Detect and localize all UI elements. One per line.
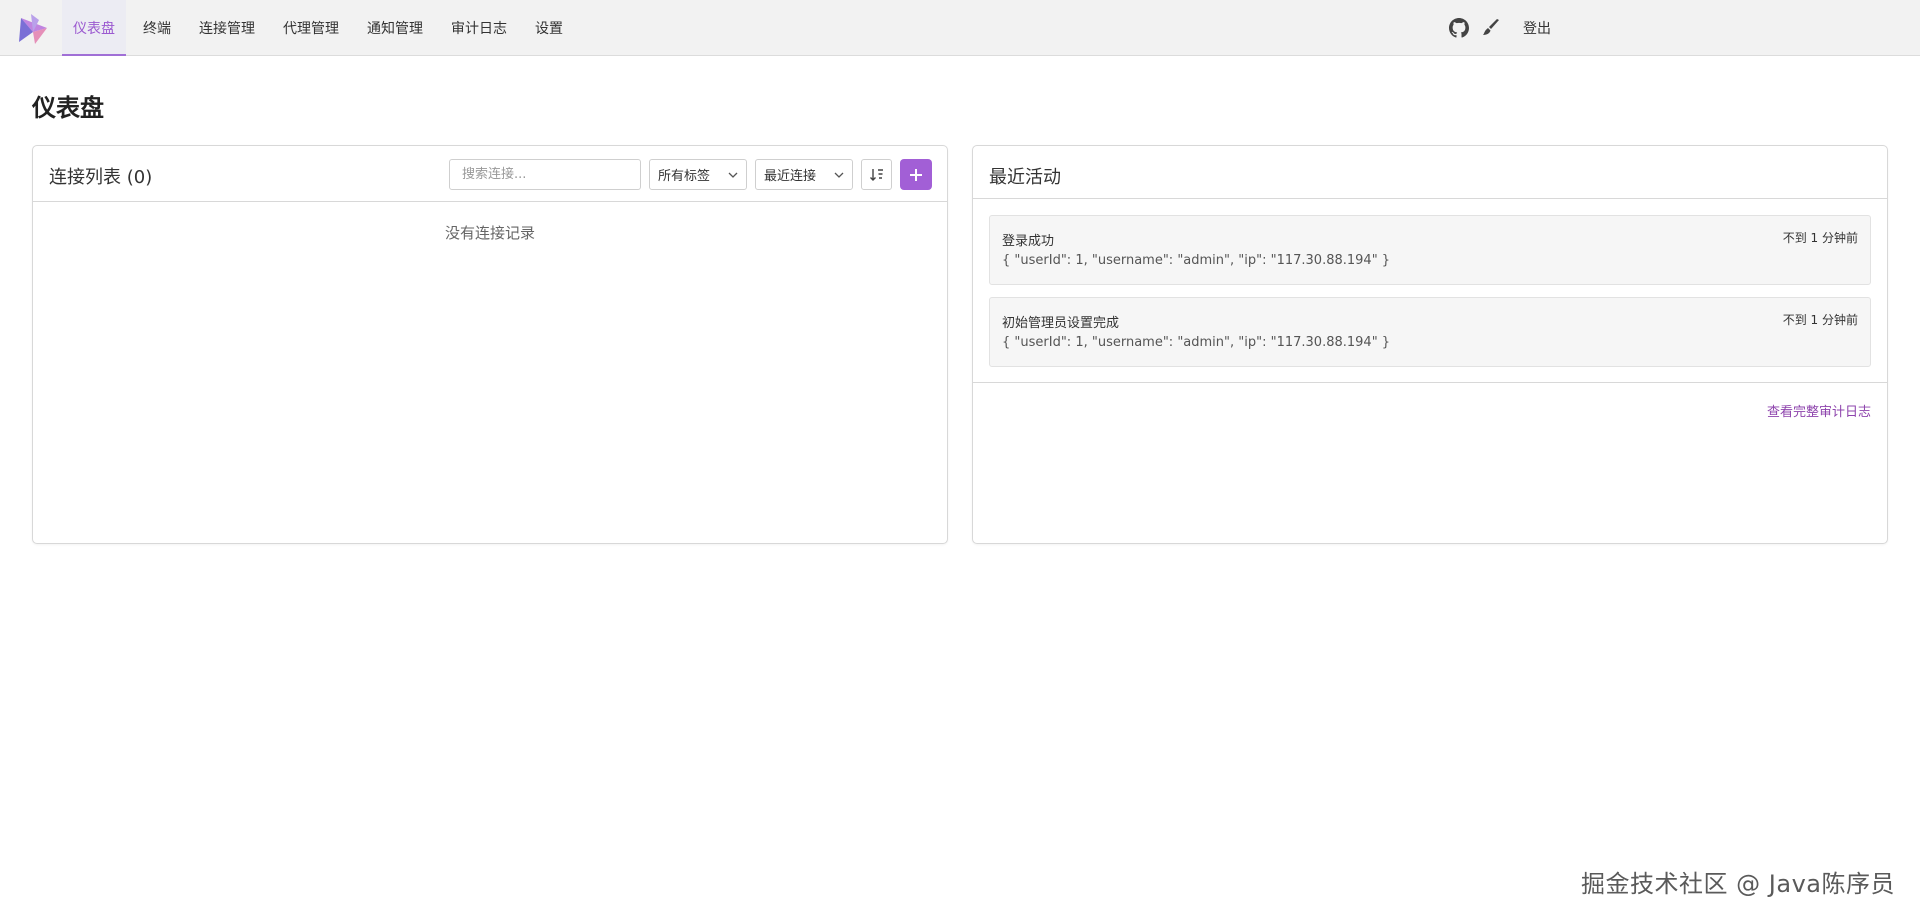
nav-dashboard[interactable]: 仪表盘 — [62, 0, 126, 56]
sort-by-select[interactable]: 最近连接 — [755, 159, 853, 190]
activity-item: 登录成功 { "userId": 1, "username": "admin",… — [989, 215, 1871, 285]
connections-empty-message: 没有连接记录 — [444, 224, 535, 242]
nav-proxies[interactable]: 代理管理 — [272, 0, 350, 56]
page-title: 仪表盘 — [32, 94, 104, 122]
activity-title: 最近活动 — [989, 167, 1061, 188]
activity-item-title: 初始管理员设置完成 — [1002, 316, 1120, 331]
activity-item-detail: { "userId": 1, "username": "admin", "ip"… — [1002, 335, 1391, 350]
plus-icon — [910, 168, 922, 181]
chevron-down-icon — [728, 172, 738, 178]
app-logo-icon[interactable] — [17, 12, 51, 46]
tag-filter-select[interactable]: 所有标签 — [649, 159, 747, 190]
divider — [973, 382, 1887, 383]
brush-icon[interactable] — [1479, 16, 1503, 40]
add-connection-button[interactable] — [900, 159, 932, 190]
activity-item-time: 不到 1 分钟前 — [1782, 313, 1858, 327]
main-nav: 仪表盘 终端 连接管理 代理管理 通知管理 审计日志 设置 — [62, 0, 580, 56]
github-icon[interactable] — [1447, 16, 1471, 40]
logout-link[interactable]: 登出 — [1523, 18, 1551, 38]
connections-card-header: 连接列表 (0) 所有标签 最近连接 — [33, 146, 947, 202]
nav-connections[interactable]: 连接管理 — [188, 0, 266, 56]
nav-notifications[interactable]: 通知管理 — [356, 0, 434, 56]
activity-card-header: 最近活动 — [973, 146, 1887, 199]
view-full-audit-log-link[interactable]: 查看完整审计日志 — [1767, 401, 1871, 420]
search-connections-input[interactable] — [449, 159, 641, 190]
nav-audit-log[interactable]: 审计日志 — [440, 0, 518, 56]
nav-settings[interactable]: 设置 — [524, 0, 574, 56]
tag-filter-value: 所有标签 — [658, 169, 711, 184]
watermark: 掘金技术社区 @ Java陈序员 — [1581, 870, 1895, 898]
activity-item-title: 登录成功 — [1002, 234, 1055, 249]
sort-order-button[interactable] — [861, 159, 892, 190]
activity-item-detail: { "userId": 1, "username": "admin", "ip"… — [1002, 253, 1391, 268]
activity-item: 初始管理员设置完成 { "userId": 1, "username": "ad… — [989, 297, 1871, 367]
connections-title: 连接列表 (0) — [49, 167, 153, 188]
sort-by-value: 最近连接 — [764, 169, 817, 184]
nav-terminal[interactable]: 终端 — [132, 0, 182, 56]
activity-item-time: 不到 1 分钟前 — [1782, 231, 1858, 245]
chevron-down-icon — [834, 172, 844, 178]
sort-order-icon — [869, 168, 883, 181]
recent-activity-card: 最近活动 登录成功 { "userId": 1, "username": "ad… — [972, 145, 1888, 544]
connections-card: 连接列表 (0) 所有标签 最近连接 没有连接记录 — [32, 145, 948, 544]
top-navbar: 仪表盘 终端 连接管理 代理管理 通知管理 审计日志 设置 登出 — [0, 0, 1920, 56]
